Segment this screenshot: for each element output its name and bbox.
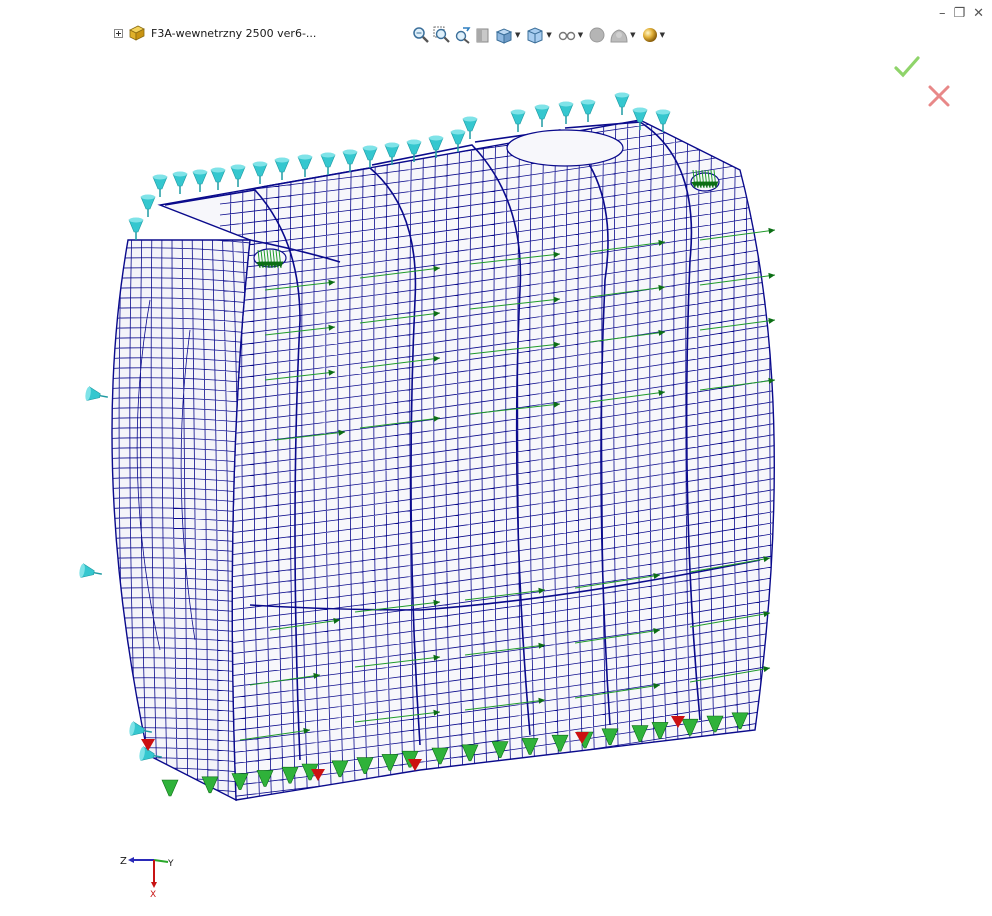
checkmark-icon [894,56,920,78]
section-view-button[interactable] [475,24,491,46]
display-style-button[interactable]: ▼ [525,24,553,46]
heads-up-toolbar: ▼ ▼ ▼ ▼ ▼ [412,24,667,46]
zoom-to-area-button[interactable] [433,24,451,46]
hide-show-items-button[interactable]: ▼ [557,24,585,46]
cancel-button[interactable] [925,82,953,110]
close-icon[interactable]: ✕ [973,6,984,22]
part-name: F3A-wewnetrzny 2500 ver6-... [151,26,317,40]
part-icon [129,25,145,41]
zoom-to-fit-button[interactable] [412,24,430,46]
part-tree-node[interactable]: F3A-wewnetrzny 2500 ver6-... [114,23,316,43]
view-orientation-button[interactable]: ▼ [494,24,522,46]
view-orientation-icon [495,28,513,44]
expand-icon[interactable] [114,28,123,38]
chevron-down-icon: ▼ [659,30,665,39]
chevron-down-icon: ▼ [546,30,552,39]
cancel-x-icon [928,85,950,107]
previous-view-button[interactable] [454,24,472,46]
chevron-down-icon: ▼ [515,30,521,39]
chevron-down-icon: ▼ [630,30,636,39]
triad-y-label: Y [167,859,174,869]
minimize-icon[interactable]: – [939,6,946,22]
accept-button[interactable] [893,54,921,80]
display-style-icon [527,27,543,44]
view-settings-button[interactable]: ▼ [641,24,667,46]
zoom-to-area-icon [433,26,450,43]
mesh-model[interactable] [78,80,790,864]
reference-triad: Z Y X [120,856,174,898]
tank-front-end [111,239,251,802]
zoom-to-fit-icon [413,27,429,43]
previous-view-icon [455,27,471,44]
edit-appearance-icon [589,27,605,43]
apply-scene-button[interactable]: ▼ [609,24,637,46]
triad-z-label: Z [120,856,127,867]
edit-appearance-button[interactable] [588,24,606,46]
restore-icon[interactable]: ❐ [953,6,965,22]
section-view-icon [476,28,489,43]
view-settings-icon [642,28,657,42]
graphics-area[interactable] [0,0,992,916]
window-controls: – ❐ ✕ [939,6,984,22]
chevron-down-icon: ▼ [577,30,584,39]
triad-x-label: X [150,890,156,898]
apply-scene-icon [610,29,628,43]
hide-show-items-icon [558,31,575,41]
